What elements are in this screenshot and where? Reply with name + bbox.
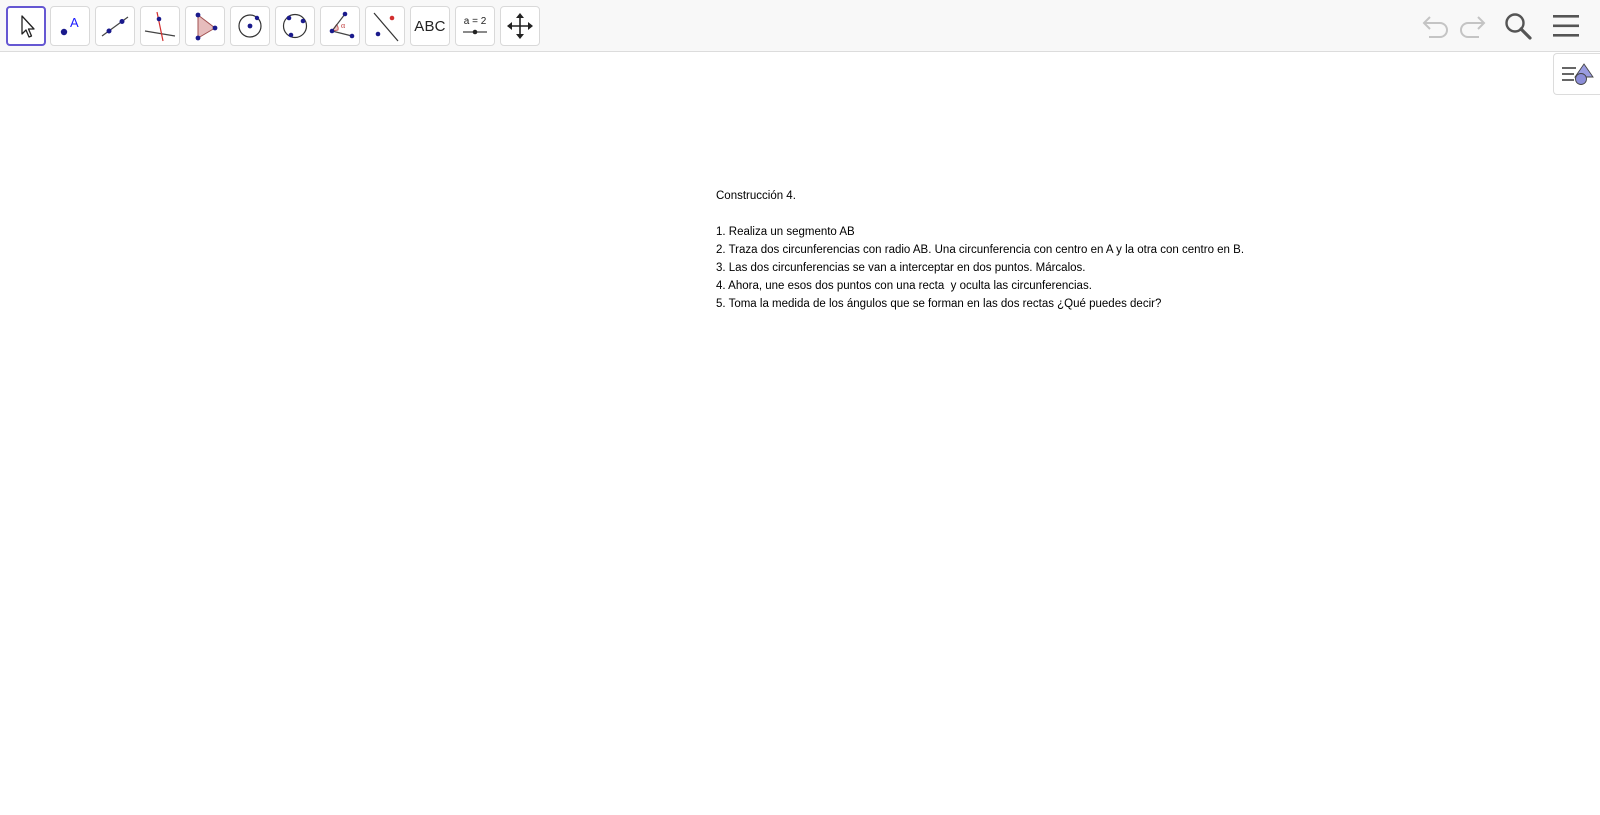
- slider-tool[interactable]: a = 2: [455, 6, 495, 46]
- circle-center-icon: [238, 14, 262, 38]
- point-icon: A: [60, 15, 79, 36]
- main-menu-button[interactable]: [1548, 8, 1584, 44]
- algebra-view-toggle[interactable]: [1553, 53, 1600, 95]
- redo-button[interactable]: [1454, 8, 1490, 44]
- step-1: 1. Realiza un segmento AB: [716, 226, 855, 238]
- step-4: 4. Ahora, une esos dos puntos con una re…: [716, 280, 1092, 292]
- perpendicular-line-tool[interactable]: [140, 6, 180, 46]
- circle-three-points-tool[interactable]: [275, 6, 315, 46]
- angle-icon: α: [329, 11, 355, 39]
- circle-center-point-tool[interactable]: [230, 6, 270, 46]
- move-arrows-icon: [507, 13, 533, 39]
- slider-icon: a = 2: [463, 16, 487, 35]
- reflect-about-line-icon: [373, 12, 399, 42]
- slider-tool-label: a = 2: [464, 16, 487, 27]
- text-tool[interactable]: ABC: [410, 6, 450, 46]
- point-tool-label: A: [70, 15, 79, 30]
- move-tool[interactable]: [6, 6, 46, 46]
- undo-icon: [1422, 16, 1448, 38]
- polygon-icon: [195, 12, 218, 41]
- polygon-tool[interactable]: [185, 6, 225, 46]
- construction-title: Construcción 4.: [716, 190, 796, 202]
- undo-button[interactable]: [1418, 8, 1454, 44]
- angle-tool[interactable]: α: [320, 6, 360, 46]
- reflect-tool[interactable]: [365, 6, 405, 46]
- segment-icon: [101, 16, 129, 37]
- text-icon: ABC: [414, 17, 446, 35]
- step-3: 3. Las dos circunferencias se van a inte…: [716, 262, 1086, 274]
- arrow-cursor-icon: [21, 15, 35, 38]
- angle-tool-label: α: [341, 21, 346, 30]
- circle-three-points-icon: [282, 13, 308, 39]
- toolbar: A α ABC a = 2: [0, 0, 1600, 52]
- perpendicular-line-icon: [144, 11, 176, 42]
- step-5: 5. Toma la medida de los ángulos que se …: [716, 298, 1162, 310]
- search-button[interactable]: [1500, 8, 1536, 44]
- algebra-view-toggle-icon: [1562, 63, 1594, 85]
- search-icon: [1505, 13, 1532, 40]
- hamburger-menu-icon: [1553, 15, 1579, 37]
- point-tool[interactable]: A: [50, 6, 90, 46]
- instructions-text: Construcción 4. 1. Realiza un segmento A…: [716, 187, 1244, 313]
- segment-tool[interactable]: [95, 6, 135, 46]
- redo-icon: [1460, 16, 1486, 38]
- step-2: 2. Traza dos circunferencias con radio A…: [716, 244, 1245, 256]
- move-graphics-view-tool[interactable]: [500, 6, 540, 46]
